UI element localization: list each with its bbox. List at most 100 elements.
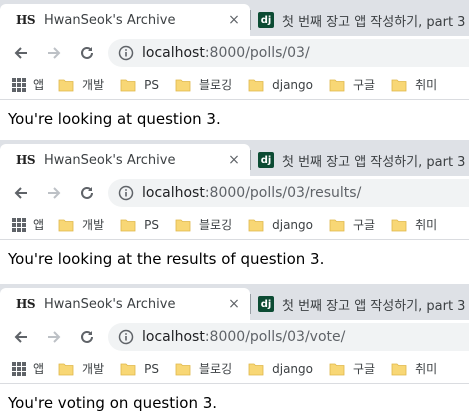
tab-title: 첫 번째 장고 앱 작성하기, part 3 [282,154,466,170]
forward-button[interactable] [41,40,67,66]
folder-icon [391,363,407,375]
tab-title: HwanSeok's Archive [44,296,176,312]
bookmark-apps[interactable]: 앱 [12,216,44,233]
tab-django-tutorial[interactable]: dj 첫 번째 장고 앱 작성하기, part 3 [252,144,469,176]
browser-window-3: HS HwanSeok's Archive × dj 첫 번째 장고 앱 작성하… [0,284,469,420]
page-content-text: You're voting on question 3. [8,394,218,412]
folder-icon [175,79,191,91]
bookmark-folder[interactable]: 취미 [391,76,437,93]
folder-icon [329,363,345,375]
back-button[interactable] [8,324,34,350]
folder-icon [175,363,191,375]
forward-arrow-icon [48,187,61,199]
bookmark-folder[interactable]: django [248,78,313,92]
bookmark-apps[interactable]: 앱 [12,76,44,93]
bookmark-folder[interactable]: 구글 [329,76,375,93]
forward-button[interactable] [41,324,67,350]
forward-button[interactable] [41,180,67,206]
url-host: localhost [142,45,205,61]
reload-button[interactable] [74,324,100,350]
bookmarks-bar: 앱 개발 PS 블로깅 django 구글 취미 [0,210,469,240]
back-button[interactable] [8,180,34,206]
browser-window-1: HS HwanSeok's Archive × dj 첫 번째 장고 앱 작성하… [0,0,469,141]
tab-strip: HS HwanSeok's Archive × dj 첫 번째 장고 앱 작성하… [0,284,469,320]
hs-favicon-icon: HS [16,297,36,311]
bookmark-folder[interactable]: 취미 [391,216,437,233]
close-icon[interactable]: × [226,296,242,312]
tab-title: HwanSeok's Archive [44,12,176,28]
bookmarks-bar: 앱 개발 PS 블로깅 django 구글 취미 [0,354,469,384]
bookmark-folder[interactable]: 블로깅 [175,76,232,93]
back-arrow-icon [14,187,27,199]
bookmark-apps[interactable]: 앱 [12,360,44,377]
bookmark-label: 앱 [33,362,45,376]
folder-icon [248,79,264,91]
address-bar[interactable]: localhost:8000/polls/03/results/ [108,179,469,207]
django-favicon-icon: dj [258,12,274,28]
bookmark-folder[interactable]: 구글 [329,216,375,233]
close-icon[interactable]: × [226,12,242,28]
bookmark-folder[interactable]: PS [120,362,159,376]
bookmark-folder[interactable]: django [248,362,313,376]
address-bar[interactable]: localhost:8000/polls/03/ [108,39,469,67]
tab-hwanseok-archive[interactable]: HS HwanSeok's Archive × [0,4,250,36]
bookmark-folder[interactable]: 블로깅 [175,360,232,377]
apps-grid-icon [12,361,26,376]
bookmark-folder[interactable]: PS [120,218,159,232]
address-bar[interactable]: localhost:8000/polls/03/vote/ [108,323,469,351]
bookmark-label: 취미 [415,218,438,232]
info-icon[interactable] [118,45,134,61]
forward-arrow-icon [48,331,61,343]
bookmark-folder[interactable]: 구글 [329,360,375,377]
folder-icon [120,219,136,231]
browser-toolbar: localhost:8000/polls/03/results/ [0,176,469,210]
bookmark-label: 블로깅 [199,218,233,232]
page-content-text: You're looking at the results of questio… [8,250,325,268]
bookmark-folder[interactable]: 개발 [58,216,104,233]
tab-separator [250,294,251,314]
tab-hwanseok-archive[interactable]: HS HwanSeok's Archive × [0,288,250,320]
folder-icon [391,79,407,91]
bookmark-folder[interactable]: PS [120,78,159,92]
back-arrow-icon [14,47,27,59]
reload-button[interactable] [74,40,100,66]
browser-toolbar: localhost:8000/polls/03/ [0,36,469,70]
tab-strip: HS HwanSeok's Archive × dj 첫 번째 장고 앱 작성하… [0,140,469,176]
bookmark-label: 구글 [353,362,376,376]
tab-django-tutorial[interactable]: dj 첫 번째 장고 앱 작성하기, part 3 [252,288,469,320]
tab-django-tutorial[interactable]: dj 첫 번째 장고 앱 작성하기, part 3 [252,4,469,36]
url-path: :8000/polls/03/ [204,45,310,61]
url-text: localhost:8000/polls/03/vote/ [142,329,345,345]
bookmark-folder[interactable]: 블로깅 [175,216,232,233]
close-icon[interactable]: × [226,152,242,168]
bookmark-folder[interactable]: django [248,218,313,232]
page-content-text: You're looking at question 3. [8,110,221,128]
url-text: localhost:8000/polls/03/ [142,45,310,61]
info-icon[interactable] [118,185,134,201]
folder-icon [248,363,264,375]
folder-icon [329,219,345,231]
folder-icon [329,79,345,91]
back-button[interactable] [8,40,34,66]
tab-hwanseok-archive[interactable]: HS HwanSeok's Archive × [0,144,250,176]
hs-favicon-icon: HS [16,153,36,167]
bookmark-label: PS [144,217,159,232]
reload-button[interactable] [74,180,100,206]
bookmark-label: 구글 [353,218,376,232]
hs-favicon-icon: HS [16,13,36,27]
folder-icon [58,79,74,91]
bookmark-label: django [272,361,313,376]
bookmark-folder[interactable]: 개발 [58,76,104,93]
tab-strip: HS HwanSeok's Archive × dj 첫 번째 장고 앱 작성하… [0,0,469,36]
bookmark-folder[interactable]: 취미 [391,360,437,377]
bookmark-folder[interactable]: 개발 [58,360,104,377]
reload-icon [81,330,93,343]
url-text: localhost:8000/polls/03/results/ [142,185,361,201]
bookmarks-bar: 앱 개발 PS 블로깅 django 구글 취미 [0,70,469,100]
tab-title: 첫 번째 장고 앱 작성하기, part 3 [282,14,466,30]
folder-icon [248,219,264,231]
apps-grid-icon [12,77,26,92]
bookmark-label: 취미 [415,362,438,376]
info-icon[interactable] [118,329,134,345]
bookmark-label: 개발 [82,362,105,376]
